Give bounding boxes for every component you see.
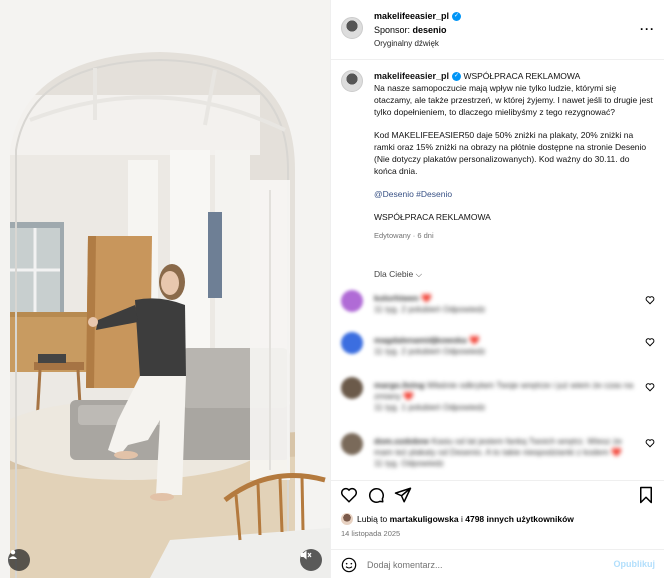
sponsor-line: Sponsor: desenio bbox=[374, 25, 447, 35]
comment-item: margo.living Właśnie odkryłam Twoje wnęt… bbox=[341, 377, 661, 427]
comment-item: dom.ozdobne Kasiu od lat jestem fanką Tw… bbox=[341, 433, 661, 481]
caption-label: WSPÓŁPRACA REKLAMOWA bbox=[463, 71, 581, 81]
send-icon[interactable] bbox=[394, 486, 412, 504]
post-side-panel: makelifeeasier_pl ✓ Sponsor: desenio Oryg… bbox=[330, 0, 664, 578]
comment-avatar[interactable] bbox=[341, 377, 363, 399]
comment-like-heart-icon[interactable] bbox=[645, 337, 655, 347]
publish-button[interactable]: Opublikuj bbox=[614, 559, 656, 569]
sponsor-prefix: Sponsor: bbox=[374, 25, 411, 35]
likes-others[interactable]: 4798 innych użytkowników bbox=[465, 514, 574, 524]
likes-summary[interactable]: Lubią to martakuligowska i 4798 innych u… bbox=[341, 513, 574, 525]
post-date[interactable]: 14 listopada 2025 bbox=[341, 529, 400, 538]
heart-icon[interactable] bbox=[340, 486, 358, 504]
comment-text: ❤️ bbox=[468, 335, 480, 345]
instagram-post: makelifeeasier_pl ✓ Sponsor: desenio Oryg… bbox=[0, 0, 664, 578]
comment-sort-label: Dla Ciebie bbox=[374, 269, 414, 279]
comment-input[interactable] bbox=[367, 556, 597, 574]
audio-label[interactable]: Oryginalny dźwięk bbox=[374, 39, 439, 48]
post-header: makelifeeasier_pl ✓ Sponsor: desenio Oryg… bbox=[331, 0, 664, 60]
comment-avatar[interactable] bbox=[341, 433, 363, 455]
caption-author-avatar[interactable] bbox=[341, 70, 363, 92]
comment-avatar[interactable] bbox=[341, 290, 363, 312]
caption-edited-meta: Edytowany · 6 dni bbox=[374, 231, 434, 240]
comment-like-heart-icon[interactable] bbox=[645, 295, 655, 305]
tagged-user-button[interactable] bbox=[8, 549, 30, 571]
comment-meta: 11 tyg. Odpowiedz bbox=[374, 458, 444, 468]
verified-badge-icon: ✓ bbox=[452, 72, 462, 82]
comment-meta: 11 tyg. 1 polubień Odpowiedz bbox=[374, 402, 486, 412]
sponsor-name[interactable]: desenio bbox=[413, 25, 447, 35]
comment-icon[interactable] bbox=[367, 486, 385, 504]
post-video[interactable] bbox=[0, 0, 330, 578]
add-comment-bar: Opublikuj bbox=[331, 549, 664, 579]
speaker-muted-icon bbox=[301, 550, 312, 560]
comment-content: dom.ozdobne Kasiu od lat jestem fanką Tw… bbox=[374, 436, 636, 469]
comment-meta: 11 tyg. 2 polubień Odpowiedz bbox=[374, 304, 486, 314]
user-icon bbox=[9, 550, 17, 559]
comment-item: magdalenamidjkowska ❤️ 11 tyg. 2 polubie… bbox=[341, 332, 661, 372]
comment-avatar[interactable] bbox=[341, 332, 363, 354]
author-line: makelifeeasier_pl ✓ bbox=[374, 11, 462, 22]
caption-tags[interactable]: @Desenio #Desenio bbox=[374, 188, 654, 200]
comment-content: kolorhiwen ❤️ 11 tyg. 2 polubień Odpowie… bbox=[374, 293, 636, 315]
comment-content: magdalenamidjkowska ❤️ 11 tyg. 2 polubie… bbox=[374, 335, 636, 357]
more-horizontal-icon[interactable]: ··· bbox=[640, 22, 655, 36]
author-avatar[interactable] bbox=[341, 17, 363, 39]
caption-username[interactable]: makelifeeasier_pl bbox=[374, 71, 449, 81]
comment-text: ❤️ bbox=[421, 293, 432, 303]
comment-like-heart-icon[interactable] bbox=[645, 382, 655, 392]
video-frame-illustration bbox=[0, 0, 330, 578]
caption-paragraph-2: Kod MAKELIFEEASIER50 daje 50% zniżki na … bbox=[374, 130, 647, 176]
emoji-icon[interactable] bbox=[341, 557, 357, 573]
action-bar bbox=[340, 486, 660, 508]
comment-username[interactable]: kolorhiwen bbox=[374, 293, 419, 303]
bookmark-icon[interactable] bbox=[638, 486, 654, 504]
comment-username[interactable]: magdalenamidjkowska bbox=[374, 335, 467, 345]
comment-content: margo.living Właśnie odkryłam Twoje wnęt… bbox=[374, 380, 636, 413]
post-actions: Lubią to martakuligowska i 4798 innych u… bbox=[331, 480, 664, 578]
comment-username[interactable]: margo.living bbox=[374, 380, 425, 390]
caption-paragraph-1: Na nasze samopoczucie mają wpływ nie tyl… bbox=[374, 83, 653, 117]
comment-username[interactable]: dom.ozdobne bbox=[374, 436, 429, 446]
caption-body: makelifeeasier_pl ✓ WSPÓŁPRACA REKLAMOWA … bbox=[374, 70, 654, 242]
mute-button[interactable] bbox=[300, 549, 322, 571]
likes-middle: i bbox=[460, 514, 463, 524]
chevron-down-icon: ⌵ bbox=[415, 269, 423, 279]
comment-like-heart-icon[interactable] bbox=[645, 438, 655, 448]
likes-prefix: Lubią to bbox=[357, 514, 388, 524]
caption-paragraph-3: WSPÓŁPRACA REKLAMOWA bbox=[374, 212, 491, 222]
liker-avatar bbox=[341, 513, 353, 525]
author-username[interactable]: makelifeeasier_pl bbox=[374, 11, 449, 21]
comment-sort-dropdown[interactable]: Dla Ciebie ⌵ bbox=[374, 269, 422, 280]
verified-badge-icon: ✓ bbox=[452, 12, 462, 22]
comment-item: kolorhiwen ❤️ 11 tyg. 2 polubień Odpowie… bbox=[341, 290, 661, 330]
likes-user[interactable]: martakuligowska bbox=[390, 514, 459, 524]
comment-meta: 11 tyg. 2 polubień Odpowiedz bbox=[374, 346, 486, 356]
comments-section: makelifeeasier_pl ✓ WSPÓŁPRACA REKLAMOWA … bbox=[331, 61, 664, 481]
